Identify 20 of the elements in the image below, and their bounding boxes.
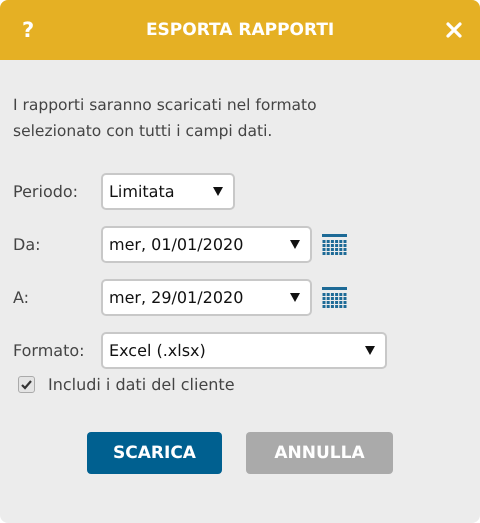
field-label: Periodo:	[13, 182, 80, 201]
download-button[interactable]: SCARICA	[87, 432, 222, 474]
dialog-title: ESPORTA RAPPORTI	[146, 20, 334, 40]
checkbox-label: Includi i dati del cliente	[48, 375, 235, 394]
description-text: I rapporti saranno scaricati nel formato selezionato con tutti i campi dati.	[13, 95, 318, 142]
date-dropdown[interactable]: mer, 29/01/2020	[101, 279, 312, 316]
close-icon	[446, 22, 462, 38]
field-label: Da:	[13, 235, 42, 254]
dropdown[interactable]: Excel (.xlsx)	[101, 332, 387, 369]
calendar-icon[interactable]	[322, 234, 347, 256]
caret-icon	[213, 187, 223, 196]
dropdown[interactable]: Limitata	[101, 173, 235, 210]
field-label: Formato:	[13, 341, 86, 360]
caret-icon	[290, 293, 300, 302]
field-label: A:	[13, 288, 30, 307]
caret-icon	[365, 346, 375, 355]
checkbox[interactable]	[18, 376, 35, 393]
calendar-icon[interactable]	[322, 286, 347, 308]
caret-icon	[290, 240, 300, 249]
date-dropdown[interactable]: mer, 01/01/2020	[101, 226, 312, 263]
